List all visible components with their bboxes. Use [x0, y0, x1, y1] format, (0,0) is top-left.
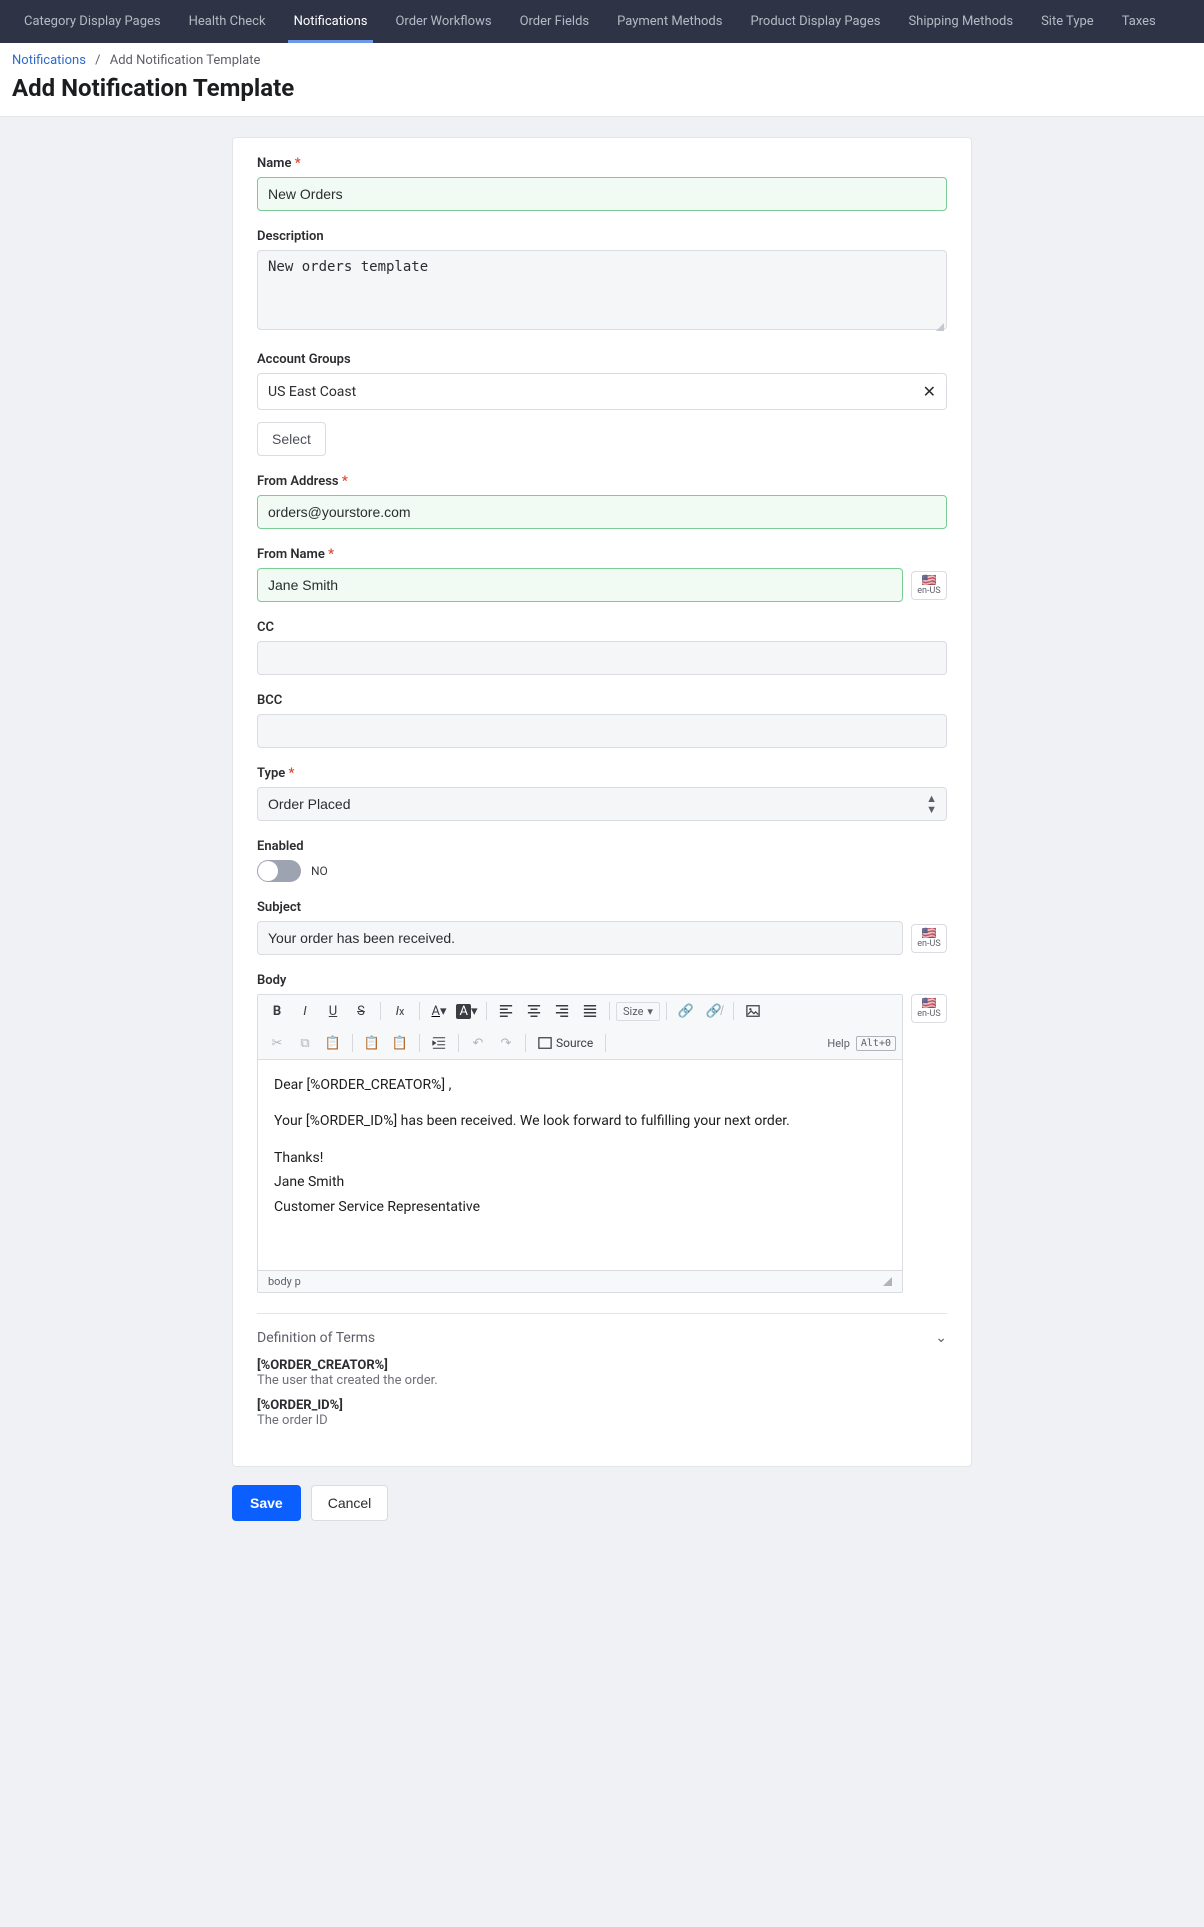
remove-chip-icon[interactable]: ✕ [923, 382, 936, 401]
enabled-label: Enabled [257, 839, 947, 854]
unlink-icon[interactable]: 🔗̸ [701, 999, 727, 1023]
term-desc: The order ID [257, 1413, 947, 1428]
copy-icon[interactable]: ⧉ [292, 1031, 318, 1055]
text-color-icon[interactable]: A▾ [426, 999, 452, 1023]
nav-item[interactable]: Shipping Methods [894, 0, 1027, 43]
source-button[interactable]: Source [532, 1034, 599, 1052]
flag-icon: 🇺🇸 [912, 927, 946, 939]
nav-item[interactable]: Order Fields [506, 0, 604, 43]
definition-of-terms: Definition of Terms ⌄ [%ORDER_CREATOR%] … [257, 1313, 947, 1428]
from-address-label: From Address * [257, 474, 947, 489]
flag-icon: 🇺🇸 [912, 997, 946, 1009]
account-group-name: US East Coast [268, 384, 356, 400]
enabled-state-text: NO [311, 864, 328, 878]
description-textarea[interactable]: New orders template [257, 250, 947, 330]
help-label[interactable]: Help [827, 1037, 850, 1050]
term-token: [%ORDER_CREATOR%] [257, 1358, 947, 1373]
flag-icon: 🇺🇸 [912, 574, 946, 586]
term-desc: The user that created the order. [257, 1373, 947, 1388]
term-token: [%ORDER_ID%] [257, 1398, 947, 1413]
account-groups-label: Account Groups [257, 352, 947, 367]
link-icon[interactable]: 🔗 [673, 999, 699, 1023]
locale-code: en-US [912, 1009, 946, 1019]
type-select[interactable]: Order Placed [257, 787, 947, 821]
nav-item[interactable]: Product Display Pages [736, 0, 894, 43]
editor-footer: body p [258, 1270, 902, 1292]
align-center-icon[interactable] [521, 999, 547, 1023]
name-label: Name * [257, 156, 947, 171]
nav-item[interactable]: Payment Methods [603, 0, 736, 43]
subject-input[interactable] [257, 921, 903, 955]
image-icon[interactable] [740, 999, 766, 1023]
nav-item[interactable]: Category Display Pages [10, 0, 175, 43]
font-size-select[interactable]: Size▾ [616, 1002, 660, 1021]
bcc-label: BCC [257, 693, 947, 708]
account-groups-box: US East Coast ✕ [257, 373, 947, 410]
paste-word-icon[interactable]: 📋 [387, 1031, 413, 1055]
bg-color-icon[interactable]: A▾ [454, 999, 480, 1023]
locale-code: en-US [912, 939, 946, 949]
top-nav: Category Display PagesHealth CheckNotifi… [0, 0, 1204, 43]
align-justify-icon[interactable] [577, 999, 603, 1023]
breadcrumb-current: Add Notification Template [110, 53, 261, 68]
chevron-down-icon: ⌄ [935, 1330, 947, 1346]
save-button[interactable]: Save [232, 1485, 301, 1521]
editor-path[interactable]: body p [268, 1275, 301, 1288]
editor-resize-icon[interactable] [883, 1277, 892, 1286]
description-label: Description [257, 229, 947, 244]
bcc-input[interactable] [257, 714, 947, 748]
subject-label: Subject [257, 900, 947, 915]
help-shortcut: Alt+0 [856, 1036, 896, 1051]
locale-button[interactable]: 🇺🇸 en-US [911, 924, 947, 953]
editor-toolbar: B I U S Ix A▾ A▾ [258, 995, 902, 1060]
body-label: Body [257, 973, 947, 988]
align-left-icon[interactable] [493, 999, 519, 1023]
locale-button[interactable]: 🇺🇸 en-US [911, 994, 947, 1023]
name-input[interactable] [257, 177, 947, 211]
definitions-toggle[interactable]: Definition of Terms ⌄ [257, 1326, 947, 1358]
nav-item[interactable]: Taxes [1108, 0, 1170, 43]
align-right-icon[interactable] [549, 999, 575, 1023]
breadcrumb-root[interactable]: Notifications [12, 53, 86, 68]
nav-item[interactable]: Order Workflows [381, 0, 505, 43]
paste-icon[interactable]: 📋 [320, 1031, 346, 1055]
cancel-button[interactable]: Cancel [311, 1485, 389, 1521]
locale-button[interactable]: 🇺🇸 en-US [911, 571, 947, 600]
remove-format-icon[interactable]: Ix [387, 999, 413, 1023]
from-name-input[interactable] [257, 568, 903, 602]
from-name-label: From Name * [257, 547, 947, 562]
nav-item[interactable]: Site Type [1027, 0, 1108, 43]
undo-icon[interactable]: ↶ [465, 1031, 491, 1055]
select-account-groups-button[interactable]: Select [257, 422, 326, 456]
from-address-input[interactable] [257, 495, 947, 529]
editor-content[interactable]: Dear [%ORDER_CREATOR%] , Your [%ORDER_ID… [258, 1060, 902, 1270]
nav-item[interactable]: Notifications [280, 0, 382, 43]
locale-code: en-US [912, 586, 946, 596]
page-title: Add Notification Template [0, 68, 1204, 117]
type-label: Type * [257, 766, 947, 781]
redo-icon[interactable]: ↷ [493, 1031, 519, 1055]
paste-text-icon[interactable]: 📋 [359, 1031, 385, 1055]
nav-item[interactable]: Health Check [175, 0, 280, 43]
underline-icon[interactable]: U [320, 999, 346, 1023]
form-actions: Save Cancel [232, 1485, 972, 1521]
account-group-chip: US East Coast ✕ [258, 374, 946, 409]
indent-icon[interactable] [426, 1031, 452, 1055]
enabled-toggle[interactable] [257, 860, 301, 882]
cut-icon[interactable]: ✂ [264, 1031, 290, 1055]
strikethrough-icon[interactable]: S [348, 999, 374, 1023]
cc-input[interactable] [257, 641, 947, 675]
form-card: Name * Description New orders template A… [232, 137, 972, 1467]
cc-label: CC [257, 620, 947, 635]
breadcrumb-sep: / [89, 53, 106, 68]
italic-icon[interactable]: I [292, 999, 318, 1023]
breadcrumb: Notifications / Add Notification Templat… [0, 43, 1204, 68]
bold-icon[interactable]: B [264, 999, 290, 1023]
rich-text-editor: B I U S Ix A▾ A▾ [257, 994, 903, 1293]
